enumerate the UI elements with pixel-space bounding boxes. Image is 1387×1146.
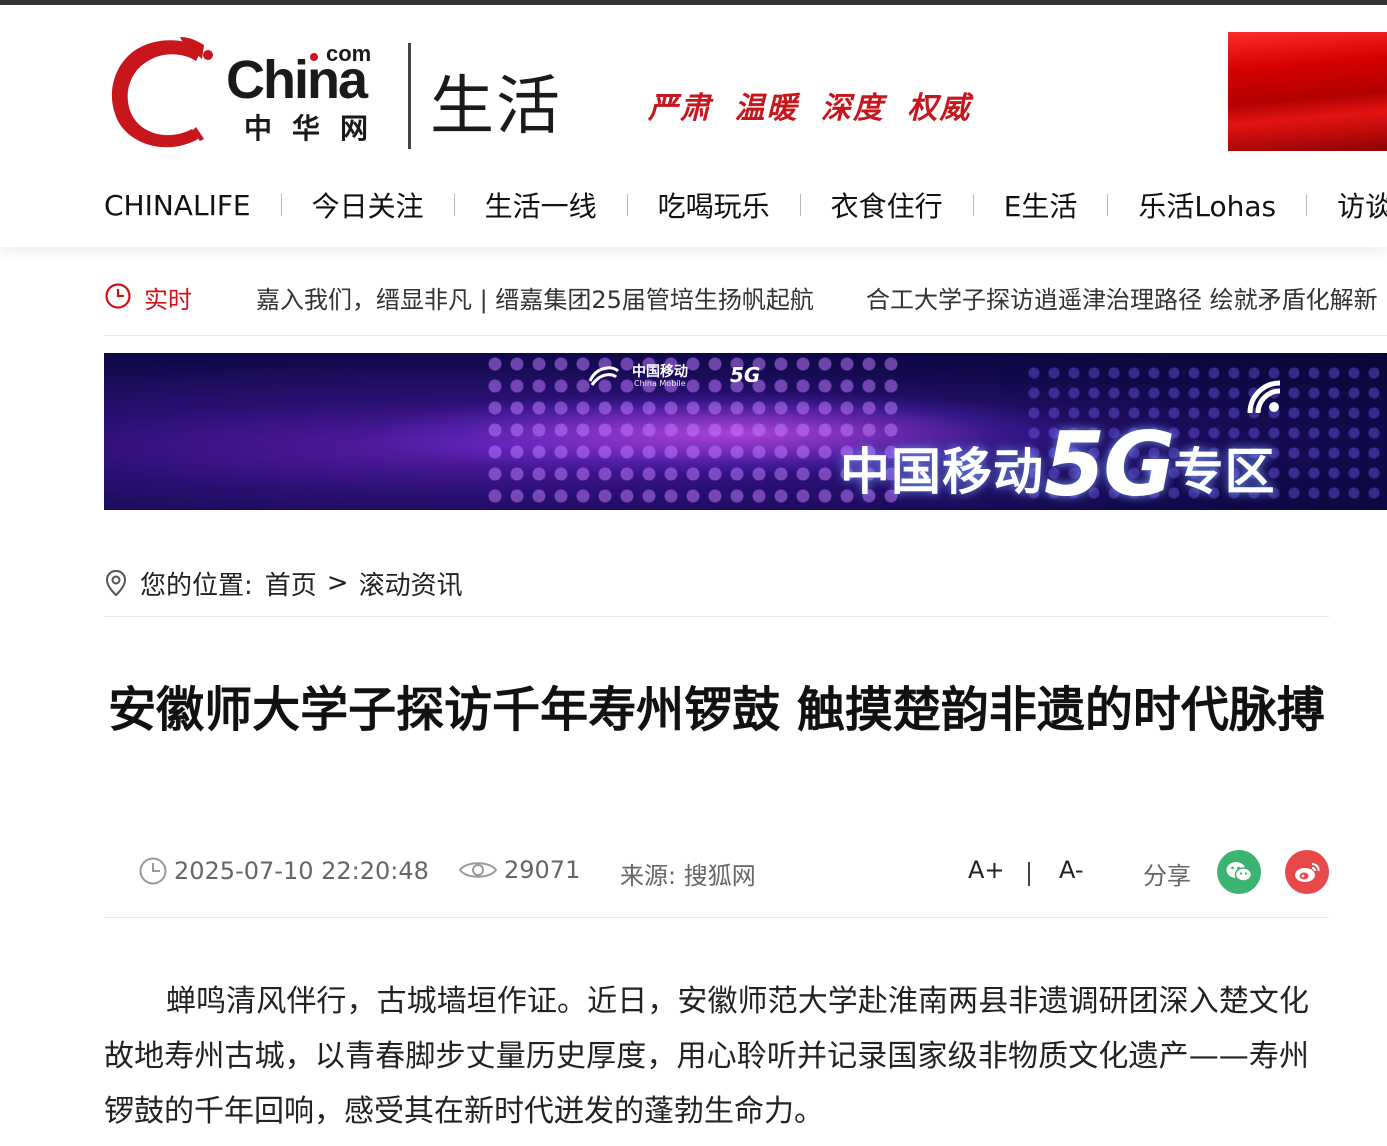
font-decrease-button[interactable]: A-: [1059, 856, 1084, 884]
article-meta: 2025-07-10 22:20:48 29071 来源: 搜狐网 A+ A- …: [104, 850, 1329, 896]
view-count-value: 29071: [504, 856, 581, 884]
nav-divider: [453, 194, 455, 216]
article-paragraph: 蝉鸣清风伴行，古城墙垣作证。近日，安徽师范大学赴淮南两县非遗调研团深入楚文化故地…: [104, 984, 1309, 1129]
font-size-divider: [1028, 862, 1030, 886]
breadcrumb-home-link[interactable]: 首页: [265, 565, 317, 602]
weibo-icon: [1295, 863, 1320, 882]
banner-brand-en: China Mobile: [634, 379, 686, 388]
nav-item-lohas[interactable]: 乐活Lohas: [1138, 185, 1276, 225]
ticker-label: 实时: [144, 286, 192, 314]
china-com-logo[interactable]: China com 中华网: [104, 35, 404, 155]
clock-icon: [139, 857, 167, 885]
clock-icon: [105, 283, 131, 309]
view-count: 29071: [458, 856, 580, 884]
nav-divider: [1306, 194, 1308, 216]
china-mobile-logo-icon: [588, 366, 620, 386]
nav-item-chinalife[interactable]: CHINALIFE: [104, 189, 251, 222]
banner-title-suffix: 专区: [1173, 443, 1276, 501]
logo-divider: [408, 43, 411, 149]
breadcrumb-current-link[interactable]: 滚动资讯: [359, 565, 463, 602]
site-header: China com 中华网 生活 严肃 温暖 深度 权威 CHINALIFE 今…: [0, 5, 1387, 247]
section-title[interactable]: 生活: [430, 55, 562, 147]
ticker-divider: [104, 335, 1387, 336]
site-slogan: 严肃 温暖 深度 权威: [648, 91, 972, 126]
breadcrumb-prefix: 您的位置:: [140, 570, 253, 601]
nav-item-daily-living[interactable]: 衣食住行: [831, 185, 943, 225]
main-nav: CHINALIFE 今日关注 生活一线 吃喝玩乐 衣食住行 E生活 乐活Loha…: [104, 183, 1387, 227]
share-label: 分享: [1143, 862, 1191, 890]
weibo-share-button[interactable]: [1285, 850, 1329, 894]
logo-dot: [310, 53, 318, 61]
article-source-text: 来源: 搜狐网: [620, 862, 756, 890]
nav-item-life-frontline[interactable]: 生活一线: [485, 185, 597, 225]
wechat-icon: [1226, 862, 1253, 882]
banner-title-prefix: 中国移动: [840, 443, 1044, 501]
location-pin-icon: [105, 569, 127, 597]
nav-item-today-focus[interactable]: 今日关注: [312, 185, 424, 225]
logo-c-mark-icon: [111, 37, 213, 148]
font-increase-button[interactable]: A+: [968, 856, 1005, 884]
eye-icon: [458, 862, 498, 878]
nav-divider: [1107, 194, 1109, 216]
article-source: 来源: 搜狐网: [620, 856, 756, 891]
meta-divider: [104, 917, 1329, 918]
nav-divider: [972, 194, 974, 216]
ticker-item[interactable]: 合工大学子探访逍遥津治理路径 绘就矛盾化解新: [866, 280, 1378, 315]
logo-com: com: [326, 41, 372, 66]
breadcrumb-divider: [104, 616, 1329, 617]
nav-item-food-fun[interactable]: 吃喝玩乐: [658, 185, 770, 225]
nav-divider: [280, 194, 282, 216]
nav-item-interview[interactable]: 访谈: [1337, 185, 1387, 225]
logo-chinese-name: 中华网: [244, 112, 389, 145]
publish-time: 2025-07-10 22:20:48: [138, 856, 429, 886]
banner-title-5g: 5G: [1044, 413, 1175, 510]
header-ad-image[interactable]: [1228, 32, 1387, 151]
nav-divider: [626, 194, 628, 216]
breadcrumb: 您的位置: 首页 > 滚动资讯: [104, 563, 463, 603]
banner-title: 中国移动5G专区: [840, 413, 1275, 510]
publish-datetime: 2025-07-10 22:20:48: [174, 857, 429, 885]
china-mobile-5g-banner[interactable]: 中国移动 China Mobile 5G 中国移动5G专区: [104, 353, 1387, 510]
wechat-share-button[interactable]: [1217, 850, 1261, 894]
article-title: 安徽师大学子探访千年寿州锣鼓 触摸楚韵非遗的时代脉搏: [108, 682, 1325, 738]
nav-divider: [799, 194, 801, 216]
signal-icon: [1247, 380, 1281, 414]
breadcrumb-separator: >: [326, 568, 349, 598]
ticker-item[interactable]: 嘉入我们，缙显非凡 | 缙嘉集团25届管培生扬帆起航: [256, 280, 814, 315]
live-ticker: 实时 嘉入我们，缙显非凡 | 缙嘉集团25届管培生扬帆起航 合工大学子探访逍遥津…: [104, 274, 1387, 320]
banner-brand: 中国移动: [632, 364, 688, 380]
banner-brand-5g: 5G: [730, 363, 761, 387]
nav-item-e-life[interactable]: E生活: [1004, 185, 1078, 225]
